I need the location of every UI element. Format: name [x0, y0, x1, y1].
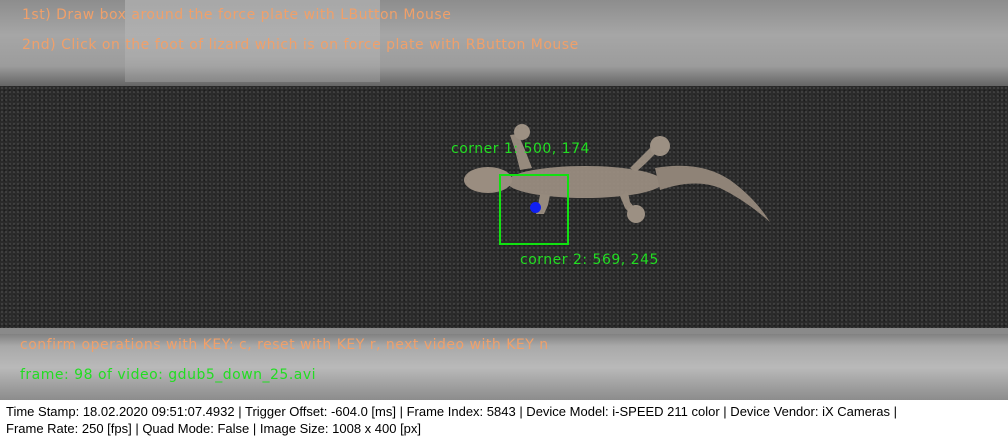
status-bar: Time Stamp: 18.02.2020 09:51:07.4932 | T… — [0, 400, 1008, 440]
instruction-step-2: 2nd) Click on the foot of lizard which i… — [22, 37, 579, 53]
keyboard-controls-hint: confirm operations with KEY: c, reset wi… — [20, 337, 549, 353]
status-metadata-line-2: Frame Rate: 250 [fps] | Quad Mode: False… — [6, 421, 422, 436]
corner-2-label: corner 2: 569, 245 — [520, 252, 659, 268]
instruction-step-1: 1st) Draw box around the force plate wit… — [22, 7, 452, 23]
corner-1-label: corner 1: 500, 174 — [451, 141, 590, 157]
video-frame-canvas[interactable]: 1st) Draw box around the force plate wit… — [0, 0, 1008, 400]
frame-info-label: frame: 98 of video: gdub5_down_25.avi — [20, 367, 317, 383]
foot-point-marker[interactable] — [530, 202, 541, 213]
